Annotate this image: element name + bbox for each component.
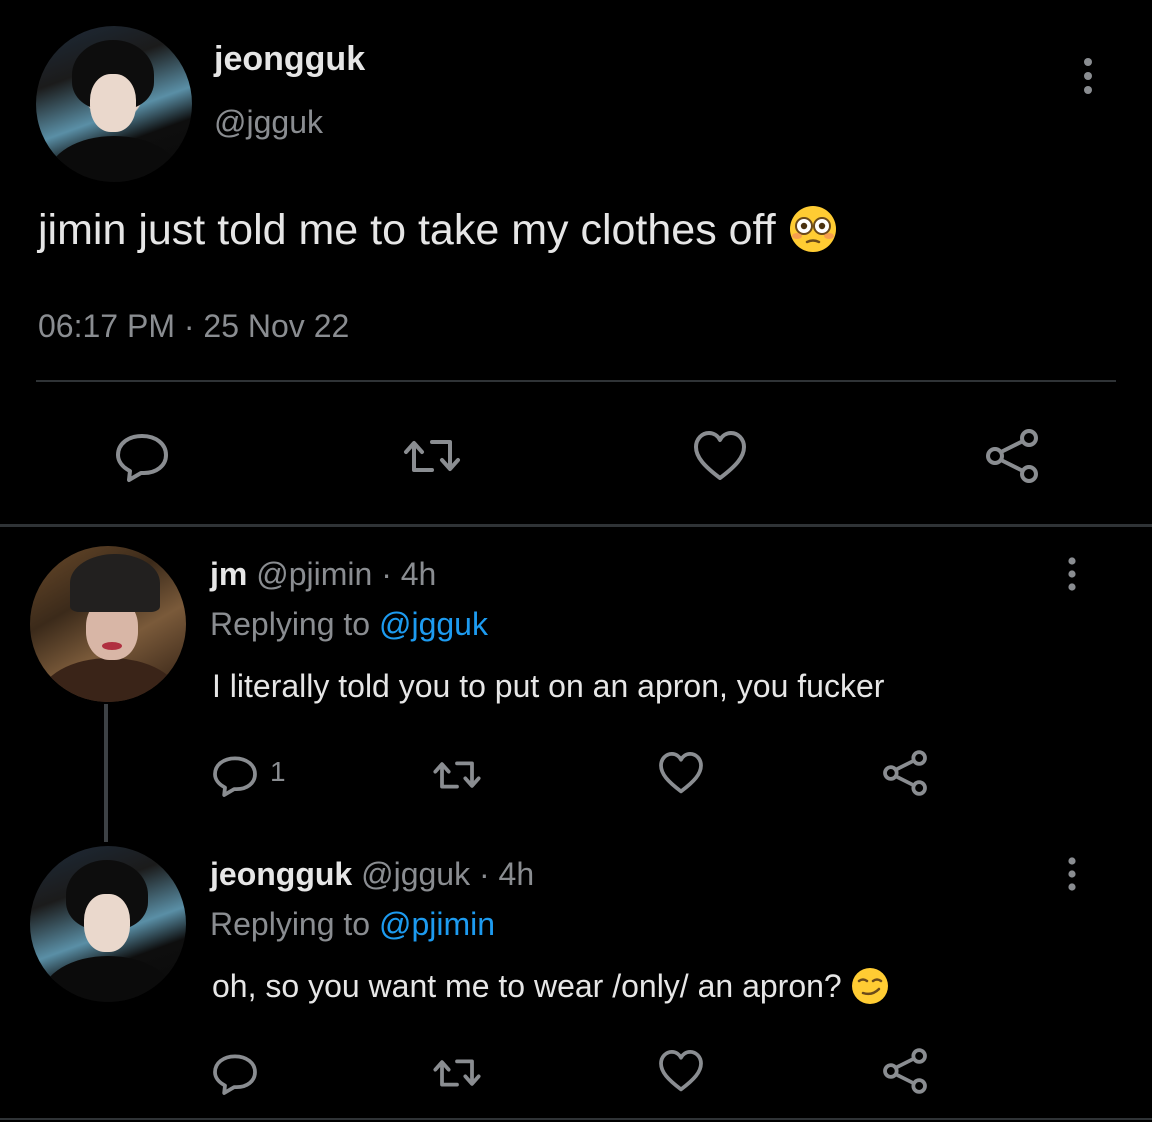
reply-icon[interactable]	[112, 426, 172, 486]
retweet-icon[interactable]	[432, 1048, 482, 1098]
retweet-icon[interactable]	[402, 426, 462, 486]
meta-separator: ·	[381, 556, 392, 592]
share-icon[interactable]	[880, 1046, 930, 1096]
avatar-shirt	[42, 956, 174, 1002]
reply-age: 4h	[498, 856, 535, 892]
avatar-face	[90, 74, 136, 132]
reply-header[interactable]: jeongguk @jgguk · 4h	[210, 856, 534, 893]
replying-to: Replying to @pjimin	[210, 906, 495, 943]
avatar[interactable]	[36, 26, 192, 182]
reply-header[interactable]: jm @pjimin · 4h	[210, 556, 436, 593]
retweet-icon[interactable]	[432, 750, 482, 800]
meta-separator: ·	[183, 308, 195, 344]
avatar-coat	[40, 658, 180, 702]
reply-text: I literally told you to put on an apron,…	[212, 668, 885, 704]
more-options-icon[interactable]	[1076, 56, 1100, 96]
reply-age: 4h	[400, 556, 437, 592]
more-options-icon[interactable]	[1060, 556, 1084, 592]
thread-line	[104, 704, 108, 842]
reply-count: 1	[270, 756, 286, 787]
share-icon[interactable]	[982, 426, 1042, 486]
reply-author-handle[interactable]: @pjimin	[256, 556, 372, 592]
tweet-thread-page: jeongguk @jgguk jimin just told me to ta…	[0, 0, 1152, 1122]
author-handle[interactable]: @jgguk	[214, 104, 323, 141]
reply-author-name[interactable]: jm	[210, 556, 247, 592]
like-icon[interactable]	[690, 426, 750, 486]
replying-to-label: Replying to	[210, 906, 371, 942]
reply-text: oh, so you want me to wear /only/ an apr…	[212, 967, 890, 1009]
more-options-icon[interactable]	[1060, 856, 1084, 892]
reply-icon[interactable]	[210, 750, 260, 800]
replying-to-mention[interactable]: @pjimin	[379, 906, 495, 942]
divider	[0, 524, 1152, 527]
flushed-face-emoji	[789, 205, 836, 252]
avatar[interactable]	[30, 846, 186, 1002]
avatar-shirt	[48, 136, 180, 182]
avatar-lips	[102, 642, 122, 650]
author-name[interactable]: jeongguk	[214, 40, 365, 79]
reply-author-name[interactable]: jeongguk	[210, 856, 352, 892]
avatar-cap	[70, 554, 160, 612]
tweet-time: 06:17 PM	[38, 308, 175, 344]
share-icon[interactable]	[880, 748, 930, 798]
tweet-timestamp[interactable]: 06:17 PM · 25 Nov 22	[38, 308, 349, 345]
like-icon[interactable]	[656, 748, 706, 798]
reply-author-handle[interactable]: @jgguk	[361, 856, 470, 892]
divider	[0, 1118, 1152, 1120]
reply-icon[interactable]	[210, 1048, 260, 1098]
reply-body: oh, so you want me to wear /only/ an apr…	[212, 968, 842, 1004]
smirking-face-emoji	[851, 967, 888, 1004]
replying-to-label: Replying to	[210, 606, 371, 642]
tweet-body: jimin just told me to take my clothes of…	[38, 206, 776, 254]
replying-to-mention[interactable]: @jgguk	[379, 606, 488, 642]
avatar[interactable]	[30, 546, 186, 702]
like-icon[interactable]	[656, 1046, 706, 1096]
divider	[36, 380, 1116, 382]
avatar-face	[84, 894, 130, 952]
tweet-text: jimin just told me to take my clothes of…	[38, 205, 838, 258]
tweet-date: 25 Nov 22	[203, 308, 350, 344]
meta-separator: ·	[478, 856, 490, 892]
replying-to: Replying to @jgguk	[210, 606, 488, 643]
